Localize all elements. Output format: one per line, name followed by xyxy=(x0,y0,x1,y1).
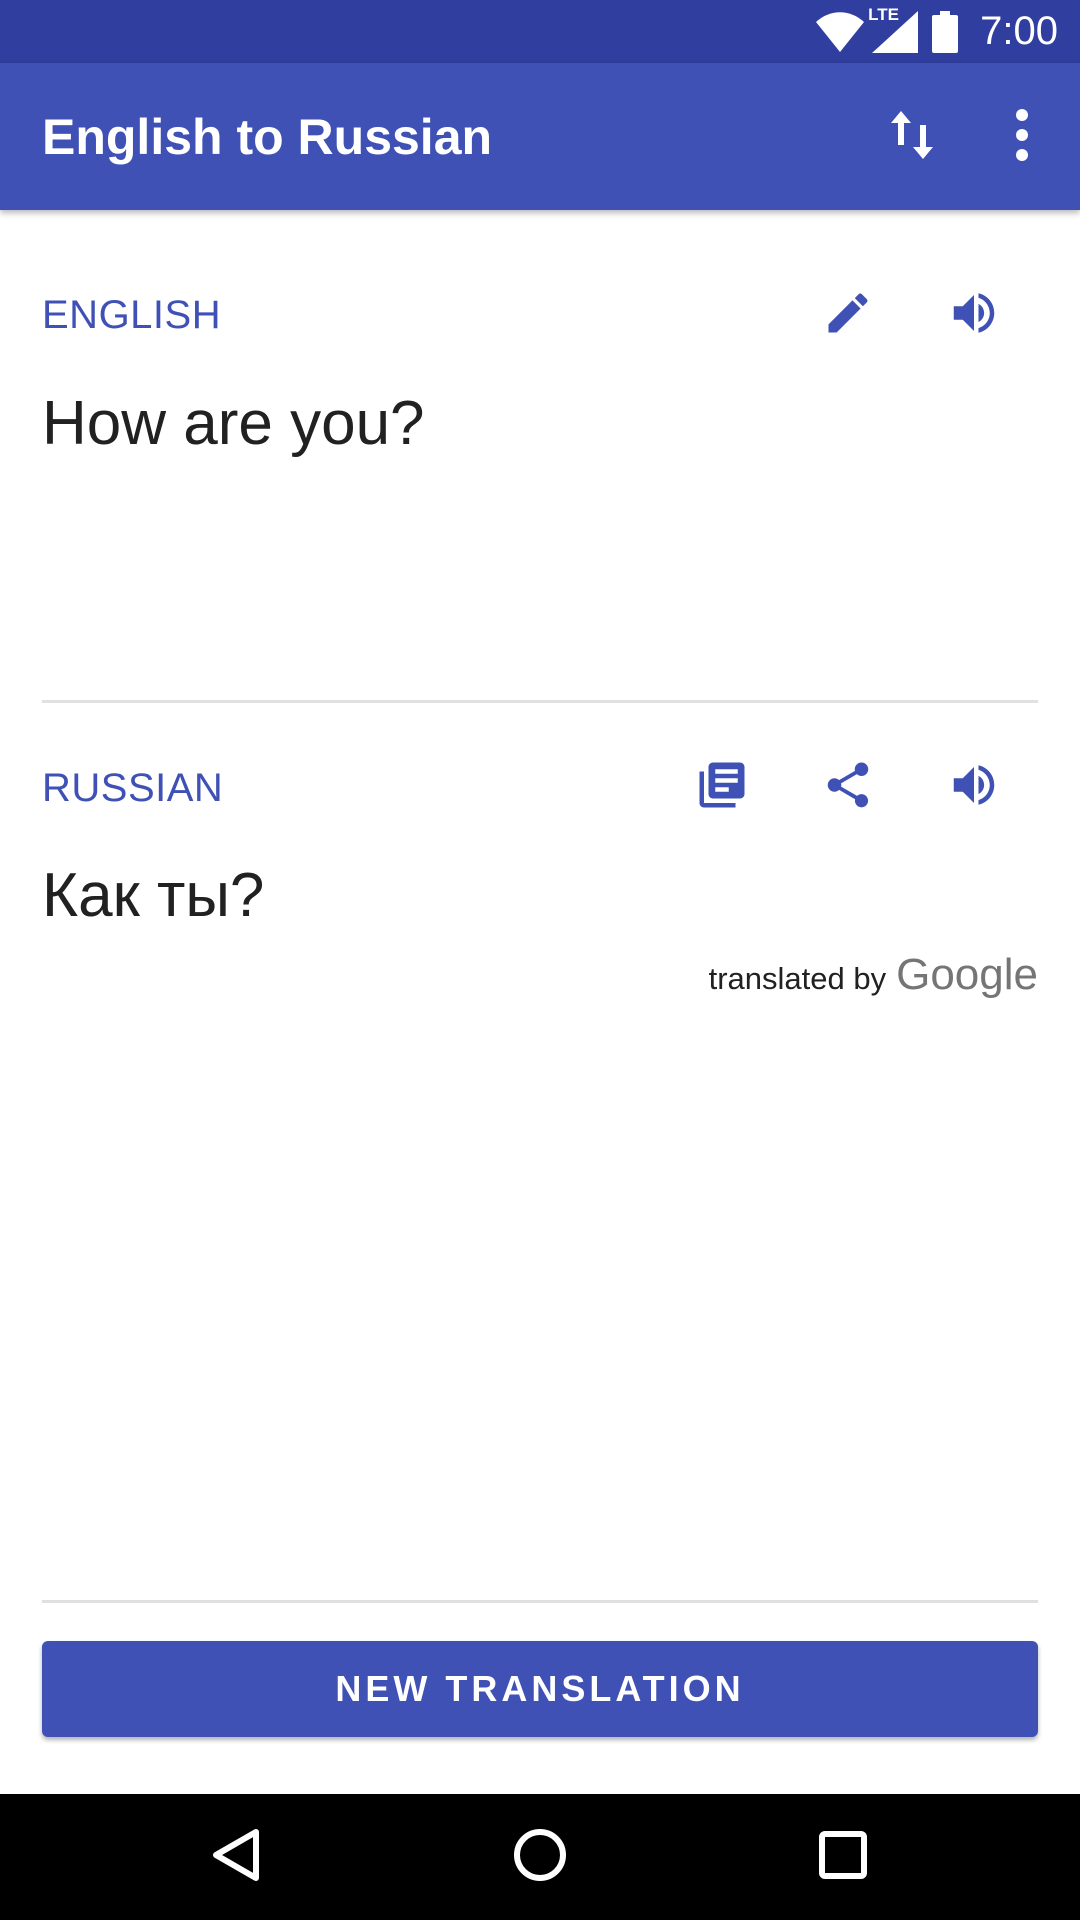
swap-languages-button[interactable] xyxy=(860,85,964,189)
more-vert-icon xyxy=(1014,108,1030,166)
status-icons: LTE 7:00 xyxy=(816,5,1058,54)
edit-icon xyxy=(822,287,874,344)
copy-icon xyxy=(695,758,749,817)
speaker-icon xyxy=(947,286,1001,345)
share-translation-button[interactable] xyxy=(796,735,900,839)
back-icon xyxy=(210,1827,262,1888)
speak-translation-button[interactable] xyxy=(922,735,1026,839)
wifi-icon xyxy=(816,11,865,52)
section-divider xyxy=(42,700,1038,703)
google-attribution: translated by Google xyxy=(709,950,1038,1000)
bottom-divider xyxy=(42,1600,1038,1603)
network-label: LTE xyxy=(868,4,899,24)
edit-source-button[interactable] xyxy=(796,263,900,367)
app-title: English to Russian xyxy=(42,108,493,165)
navigation-bar xyxy=(0,1794,1080,1920)
swap-languages-icon xyxy=(888,107,936,168)
more-options-button[interactable] xyxy=(970,85,1074,189)
status-time: 7:00 xyxy=(980,9,1058,53)
attribution-brand: Google xyxy=(896,950,1038,999)
recents-icon xyxy=(819,1830,867,1884)
cell-signal-icon: LTE xyxy=(868,5,919,53)
home-button[interactable] xyxy=(485,1807,595,1907)
home-icon xyxy=(513,1828,567,1887)
battery-icon xyxy=(932,10,959,53)
status-bar: LTE 7:00 xyxy=(0,0,1080,63)
speaker-icon xyxy=(947,758,1001,817)
speak-source-button[interactable] xyxy=(922,263,1026,367)
source-text: How are you? xyxy=(42,389,425,458)
attribution-prefix: translated by xyxy=(708,961,887,996)
new-translation-button[interactable]: NEW TRANSLATION xyxy=(42,1641,1038,1737)
app-bar: English to Russian xyxy=(0,63,1080,210)
recents-button[interactable] xyxy=(788,1807,898,1907)
source-language-label: ENGLISH xyxy=(42,293,222,337)
copy-translation-button[interactable] xyxy=(670,735,774,839)
back-button[interactable] xyxy=(181,1807,291,1907)
translation-text: Как ты? xyxy=(42,861,265,930)
share-icon xyxy=(821,758,875,817)
target-language-label: RUSSIAN xyxy=(42,766,224,810)
